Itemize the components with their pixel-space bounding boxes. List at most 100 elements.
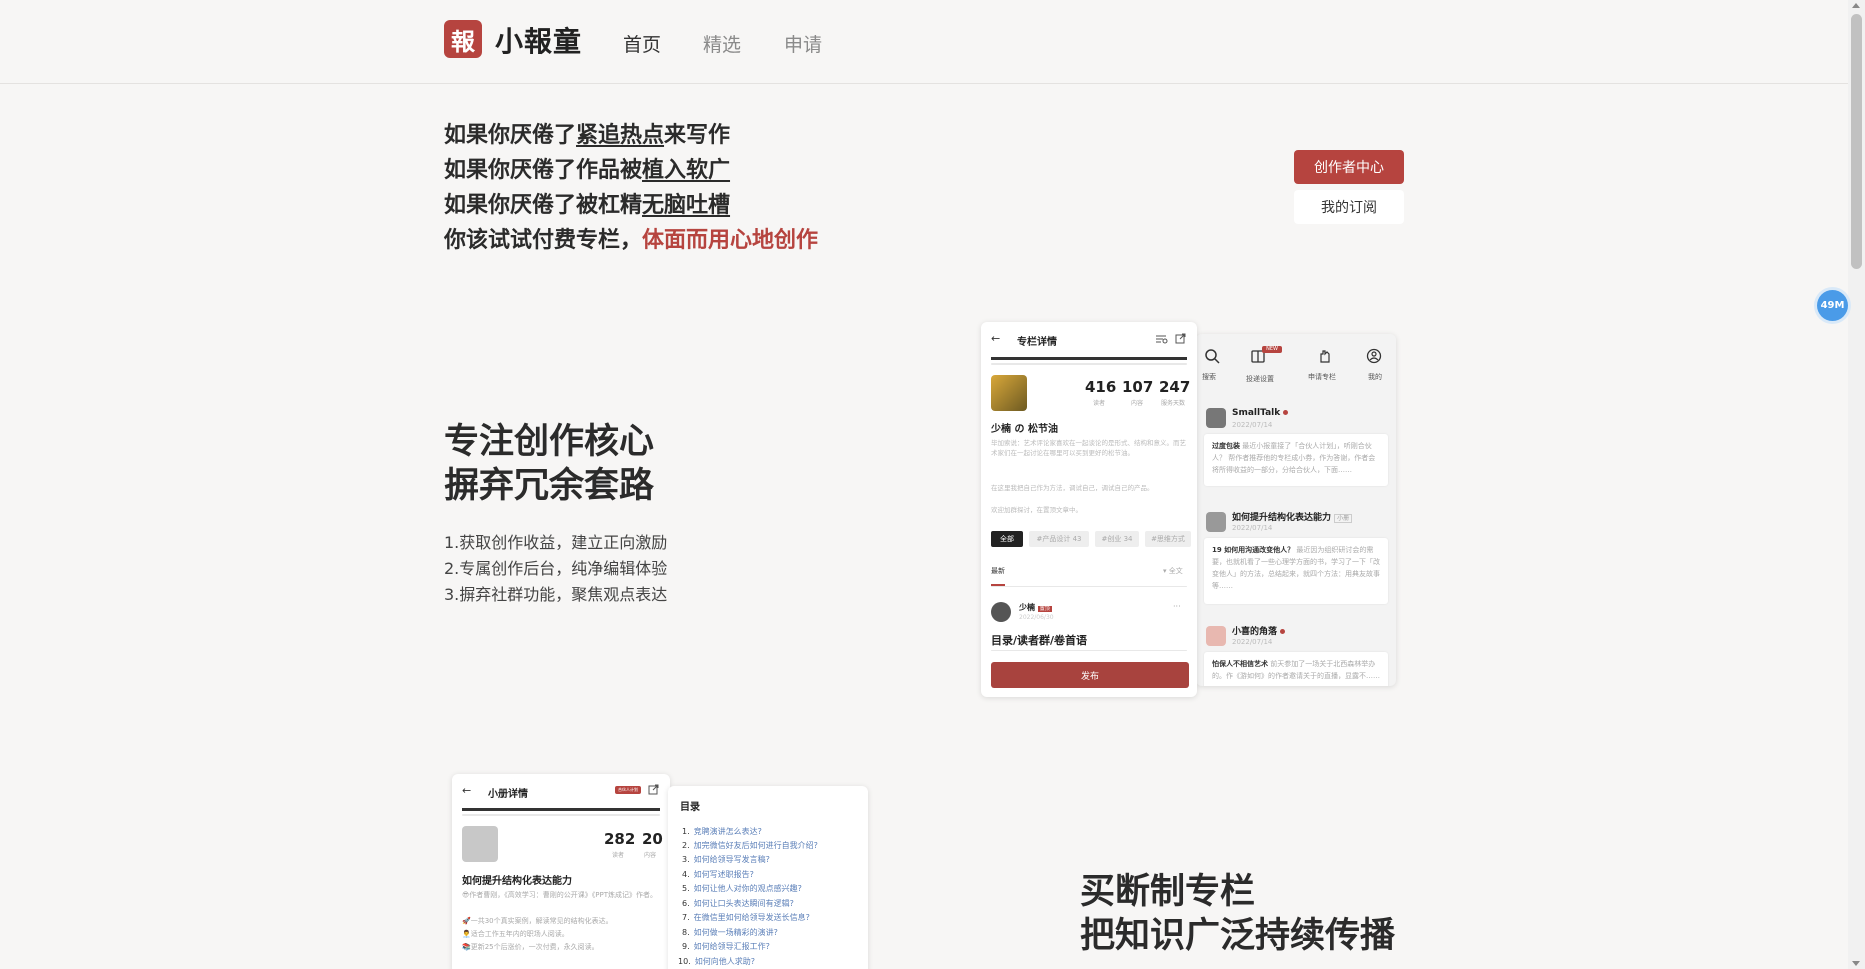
header-divider: [991, 357, 1187, 360]
subscription-feed-mockup: 搜索 NEW 投递设置 申请专栏 我的 SmallTalk 2022/07/14…: [1196, 334, 1396, 686]
booklet-detail-title: 小册详情: [488, 789, 528, 800]
booklet-desc-3: 👨‍💼适合工作五年内的职场人阅读。: [462, 930, 569, 938]
toc-item[interactable]: 2. 加完微信好友后如何进行自我介绍?: [682, 840, 818, 851]
feed-card[interactable]: 过度包装 最近小报童接了「合伙人计划」，听刚合伙人？ 帮作者推荐他的专栏成小券，…: [1204, 434, 1388, 486]
feed-card[interactable]: 19 如何用沟通改变他人？ 最近因为组织研讨会的需要，也就机看了一些心理学方面的…: [1204, 538, 1388, 604]
tag-all[interactable]: 全部: [991, 531, 1023, 547]
scroll-up-arrow-icon[interactable]: [1852, 3, 1860, 8]
header-divider-thin: [991, 363, 1187, 365]
toc-item[interactable]: 1. 竞聘演讲怎么表达?: [682, 826, 762, 837]
my-subscriptions-button[interactable]: 我的订阅: [1294, 190, 1404, 224]
column-detail-mockup: ← 专栏详情 416 读者 107 内容 247 服务天数 少楠 の 松节油 毕…: [981, 322, 1197, 697]
nav-apply[interactable]: 申请: [784, 30, 822, 57]
share-icon[interactable]: [1175, 333, 1186, 344]
logo-icon[interactable]: 報: [444, 20, 482, 58]
column-cover-image[interactable]: [991, 375, 1027, 411]
search-icon[interactable]: [1204, 348, 1220, 364]
toc-item[interactable]: 4. 如何写述职报告?: [682, 869, 754, 880]
stat-posts-label: 内容: [1131, 400, 1144, 407]
hero-line-1: 如果你厌倦了紧追热点来写作: [444, 123, 731, 148]
nav-home[interactable]: 首页: [623, 30, 661, 57]
creator-center-button[interactable]: 创作者中心: [1294, 150, 1404, 184]
back-arrow-icon[interactable]: ←: [462, 784, 471, 797]
toc-item[interactable]: 8. 如何做一场精彩的演讲?: [682, 927, 778, 938]
new-badge: NEW: [1262, 346, 1282, 353]
toc-item[interactable]: 9. 如何给领导汇报工作?: [682, 941, 770, 952]
publish-button[interactable]: 发布: [991, 662, 1189, 688]
stat-posts: 20: [642, 830, 663, 848]
toc-title: 目录: [680, 802, 700, 813]
top-header: 報 小報童 首页 精选 申请: [0, 0, 1848, 84]
more-icon[interactable]: ···: [1173, 602, 1181, 611]
search-label: 搜索: [1202, 373, 1216, 381]
stat-readers: 416: [1085, 378, 1117, 396]
section2-title: 买断制专栏 把知识广泛持续传播: [1080, 872, 1396, 956]
hero-line-4: 你该试试付费专栏，体面而用心地创作: [444, 228, 819, 253]
booklet-desc-2: 🚀一共30个真实案例，解读常见的结构化表达。: [462, 917, 613, 925]
stat-readers-label: 读者: [1093, 400, 1106, 407]
feed-date: 2022/07/14: [1232, 638, 1273, 646]
feed-author-name[interactable]: SmallTalk: [1232, 408, 1289, 418]
toc-item[interactable]: 7. 在微信里如何给领导发送长信息?: [682, 912, 810, 923]
divider: [991, 586, 1187, 587]
profile-icon[interactable]: [1366, 348, 1382, 364]
column-description: 毕加索说：艺术评论家喜欢在一起谈论的是形式、结构和意义。而艺术家们在一起讨论在哪…: [991, 439, 1186, 457]
hero-line-3: 如果你厌倦了被杠精无脑吐槽: [444, 193, 731, 218]
author-avatar[interactable]: [462, 826, 498, 862]
divider: [991, 650, 1187, 651]
tag-startup[interactable]: #创业 34: [1095, 531, 1139, 547]
booklet-toc-mockup: 目录 1. 竞聘演讲怎么表达? 2. 加完微信好友后如何进行自我介绍? 3. 如何给领…: [668, 786, 868, 969]
avatar[interactable]: [1206, 512, 1226, 532]
stat-days-label: 服务天数: [1161, 400, 1186, 407]
header-divider-thin: [462, 814, 660, 816]
tab-latest[interactable]: 最新: [991, 566, 1005, 576]
section1-item-1: 1.获取创作收益，建立正向激励: [444, 533, 668, 552]
booklet-name: 如何提升结构化表达能力: [462, 876, 572, 887]
page-scrollbar[interactable]: [1848, 0, 1865, 969]
post-date: 2022/06/30: [1019, 614, 1054, 621]
scroll-thumb[interactable]: [1851, 14, 1862, 269]
column-description-2: 在这里我把自己作为方法，调试自己，调试自己的产品。: [991, 484, 1154, 492]
toc-item[interactable]: 6. 如何让口头表达瞬间有逻辑?: [682, 898, 794, 909]
column-detail-title: 专栏详情: [1017, 337, 1057, 348]
feed-date: 2022/07/14: [1232, 524, 1273, 532]
stat-days: 247: [1159, 378, 1191, 396]
toc-item[interactable]: 5. 如何让他人对你的观点感兴趣?: [682, 883, 802, 894]
delivery-settings-label: 投递设置: [1246, 375, 1274, 383]
section1-title: 专注创作核心 摒弃冗余套路: [444, 422, 655, 506]
column-description-3: 欢迎加群探讨，在置顶文章中。: [991, 506, 1082, 514]
tag-product-design[interactable]: #产品设计 43: [1029, 531, 1089, 547]
stat-posts: 107: [1122, 378, 1154, 396]
filter-icon[interactable]: [1156, 334, 1168, 344]
tab-all[interactable]: ▾ 全文: [1163, 566, 1183, 576]
avatar[interactable]: [1206, 626, 1226, 646]
section1-item-2: 2.专属创作后台，纯净编辑体验: [444, 559, 668, 578]
stat-readers: 282: [604, 830, 636, 848]
booklet-desc-4: 📚更新25个后涨价，一次付费，永久阅读。: [462, 943, 599, 951]
toc-item[interactable]: 10. 如何向他人求助?: [678, 956, 755, 967]
nav-featured[interactable]: 精选: [703, 30, 741, 57]
feed-author-name[interactable]: 如何提升结构化表达能力 小册: [1232, 510, 1353, 523]
feed-card[interactable]: 怕保人不相信艺术 前天参加了一场关于北西森林举办的。作《游如何》的作者邀请关于的…: [1204, 652, 1388, 686]
logo-text[interactable]: 小報童: [495, 20, 582, 60]
stat-posts-label: 内容: [644, 852, 657, 859]
avatar[interactable]: [1206, 408, 1226, 428]
section1-item-3: 3.摒弃社群功能，聚焦观点表达: [444, 585, 668, 604]
feed-author-name[interactable]: 小喜的角落: [1232, 624, 1286, 637]
tag-thinking[interactable]: #思维方式: [1145, 531, 1191, 547]
post-title[interactable]: 目录/读者群/卷首语: [991, 632, 1087, 648]
apply-column-icon[interactable]: [1317, 348, 1333, 364]
stat-readers-label: 读者: [612, 852, 625, 859]
feed-date: 2022/07/14: [1232, 421, 1273, 429]
apply-column-label: 申请专栏: [1308, 373, 1336, 381]
toc-item[interactable]: 3. 如何给领导写发言稿?: [682, 854, 770, 865]
share-icon[interactable]: [648, 784, 659, 795]
header-divider: [462, 808, 660, 811]
hero-line-2: 如果你厌倦了作品被植入软广: [444, 158, 731, 183]
post-author[interactable]: 少楠 置顶: [1019, 602, 1052, 613]
memory-badge[interactable]: 49M: [1817, 290, 1848, 321]
scroll-down-arrow-icon[interactable]: [1852, 961, 1860, 966]
partner-plan-tag[interactable]: 合伙人计划: [615, 786, 641, 794]
back-arrow-icon[interactable]: ←: [991, 332, 1000, 345]
avatar[interactable]: [991, 602, 1011, 622]
